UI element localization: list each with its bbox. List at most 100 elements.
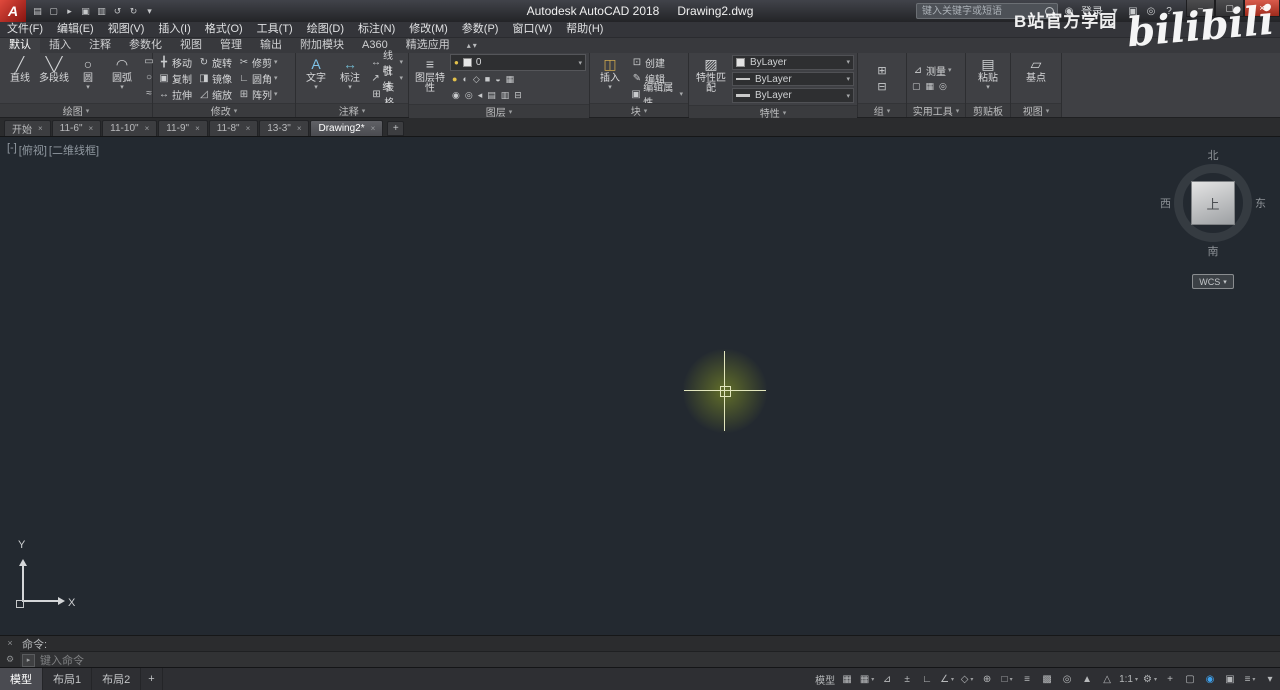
exchange-apps-icon[interactable]: ▣	[1125, 6, 1141, 17]
lineweight-icon[interactable]: ≡	[1017, 668, 1037, 690]
close-icon[interactable]: ×	[89, 124, 94, 133]
close-icon[interactable]: ×	[145, 124, 150, 133]
ribbon-tab[interactable]: 管理	[211, 38, 251, 53]
compass-south-label[interactable]: 南	[1208, 243, 1219, 259]
quick-calc-icon[interactable]: ▦	[926, 79, 935, 93]
clipboard-panel-label[interactable]: 剪贴板	[966, 103, 1010, 118]
copy-button[interactable]: ▣ 复制	[156, 70, 194, 86]
annotation-scale-button[interactable]: 1:1 ▾	[1117, 668, 1140, 690]
quick-properties-icon[interactable]: ▢	[1180, 668, 1200, 690]
ribbon-tab[interactable]: 视图	[171, 38, 211, 53]
trim-button[interactable]: ✂ 修剪 ▾	[236, 54, 280, 70]
ellipse-icon[interactable]: ○	[146, 70, 152, 86]
file-tab[interactable]: 13-3" ×	[259, 120, 310, 136]
text-button[interactable]: A 文字 ▾	[299, 54, 333, 102]
measure-button[interactable]: ⊿ 测量 ▾	[910, 62, 954, 78]
drawing-canvas[interactable]: [-] [俯视] [二维线框] 北 西 上 东 南 WCS ▾ Y X	[0, 137, 1280, 635]
annotation-autoscale-icon[interactable]: △	[1097, 668, 1117, 690]
viewport-visual-style-control[interactable]: [二维线框]	[49, 142, 99, 158]
viewport-view-control[interactable]: [俯视]	[19, 142, 47, 158]
layers-panel-label[interactable]: 图层 ▾	[409, 104, 589, 119]
line-button[interactable]: ╱ 直线	[3, 54, 37, 102]
recent-commands-icon[interactable]: ▸	[22, 653, 35, 667]
viewcube-top-face[interactable]: 上	[1191, 181, 1235, 225]
menu-item[interactable]: 工具(T)	[250, 22, 300, 37]
ribbon-tab[interactable]: 默认	[0, 38, 40, 53]
group-button[interactable]: ⊞	[877, 64, 886, 77]
ribbon-tab[interactable]: 精选应用	[397, 38, 459, 53]
close-button[interactable]: ×	[1244, 0, 1280, 17]
dimension-button[interactable]: ↔ 标注 ▾	[333, 54, 367, 102]
close-icon[interactable]: ×	[246, 124, 251, 133]
menu-item[interactable]: 窗口(W)	[505, 22, 559, 37]
selection-cycling-icon[interactable]: ◎	[1057, 668, 1077, 690]
ribbon-tab[interactable]: 参数化	[120, 38, 171, 53]
app-menu-button[interactable]: A	[0, 0, 26, 22]
isometric-drafting-icon[interactable]: ◇ ▾	[957, 668, 977, 690]
compass-north-label[interactable]: 北	[1208, 147, 1219, 163]
open-file-icon[interactable]: ▸	[62, 6, 77, 17]
close-command-icon[interactable]: ×	[7, 638, 12, 648]
table-button[interactable]: ⊞表格	[369, 83, 405, 109]
help-search-box[interactable]	[916, 3, 1058, 19]
undo-icon[interactable]: ↺	[110, 6, 125, 17]
match-properties-button[interactable]: ▨ 特性匹配	[692, 54, 730, 104]
snap-icon[interactable]: ▦ ▾	[857, 668, 877, 690]
base-button[interactable]: ▱ 基点	[1019, 54, 1053, 102]
ungroup-button[interactable]: ⊟	[877, 80, 886, 93]
new-layout-button[interactable]: +	[141, 668, 163, 690]
layout-tab[interactable]: 模型	[0, 668, 43, 690]
layout-tab[interactable]: 布局1	[43, 668, 93, 690]
id-point-icon[interactable]: ◎	[939, 79, 947, 93]
command-input[interactable]: 键入命令	[40, 652, 84, 668]
plot-icon[interactable]: ▥	[94, 6, 109, 17]
wcs-button[interactable]: WCS ▾	[1192, 274, 1234, 289]
layer-lock-icon[interactable]: ■	[485, 72, 490, 86]
layer-unlock-icon[interactable]: ⊟	[514, 88, 522, 102]
layout-tab[interactable]: 布局2	[92, 668, 142, 690]
clean-screen-icon[interactable]: ▣	[1220, 668, 1240, 690]
command-input-row[interactable]: ▸ 键入命令	[20, 651, 1280, 668]
search-input[interactable]	[920, 4, 1042, 18]
file-tab[interactable]: 11-8" ×	[208, 120, 259, 136]
close-icon[interactable]: ×	[297, 124, 302, 133]
block-panel-label[interactable]: 块 ▾	[590, 103, 688, 118]
help-icon[interactable]: ?	[1161, 6, 1177, 17]
annotation-monitor-icon[interactable]: +	[1160, 668, 1180, 690]
compass-east-label[interactable]: 东	[1255, 195, 1266, 211]
make-current-icon[interactable]: ◉	[452, 88, 460, 102]
menu-item[interactable]: 参数(P)	[455, 22, 506, 37]
quick-select-icon[interactable]: ▢	[912, 79, 921, 93]
layer-on-icon[interactable]: ◒	[495, 72, 500, 86]
signin-caret-icon[interactable]: ▾	[1107, 6, 1123, 17]
file-tab[interactable]: 11-10" ×	[102, 120, 158, 136]
ribbon-tab[interactable]: 附加模块	[291, 38, 353, 53]
new-file-icon[interactable]: ▢	[46, 6, 61, 17]
layer-isolate-icon[interactable]: ◐	[462, 72, 467, 86]
close-icon[interactable]: ×	[195, 124, 200, 133]
dynamic-input-icon[interactable]: ±	[897, 668, 917, 690]
spline-icon[interactable]: ≈	[146, 86, 152, 102]
redo-icon[interactable]: ↻	[126, 6, 141, 17]
menu-item[interactable]: 编辑(E)	[50, 22, 101, 37]
polar-tracking-icon[interactable]: ∠ ▾	[937, 668, 957, 690]
layer-thaw-icon[interactable]: ▥	[501, 88, 510, 102]
layer-off-icon[interactable]: ●	[452, 72, 457, 86]
annotation-visibility-icon[interactable]: ▲	[1077, 668, 1097, 690]
layer-settings-icon[interactable]: ▦	[506, 72, 515, 86]
qat-menu-icon[interactable]: ▤	[30, 6, 45, 17]
new-tab-button[interactable]: +	[387, 121, 405, 136]
fillet-button[interactable]: ∟ 圆角 ▾	[236, 70, 280, 86]
file-tab[interactable]: 开始 ×	[4, 120, 51, 136]
search-icon[interactable]	[1045, 6, 1054, 16]
layer-walk-icon[interactable]: ▤	[487, 88, 496, 102]
ribbon-display-toggle[interactable]: ▴ ▾	[467, 38, 477, 53]
file-tab[interactable]: 11-9" ×	[158, 120, 208, 136]
close-icon[interactable]: ×	[38, 124, 43, 133]
viewcube-compass-ring[interactable]: 上	[1174, 164, 1252, 242]
layer-properties-button[interactable]: ≡ 图层特性	[412, 54, 448, 103]
command-customize-icon[interactable]: ⚙	[6, 654, 14, 665]
model-space-button[interactable]: 模型	[813, 668, 837, 690]
groups-panel-label[interactable]: 组 ▾	[858, 103, 906, 118]
layer-freeze-icon[interactable]: ◇	[473, 72, 480, 86]
